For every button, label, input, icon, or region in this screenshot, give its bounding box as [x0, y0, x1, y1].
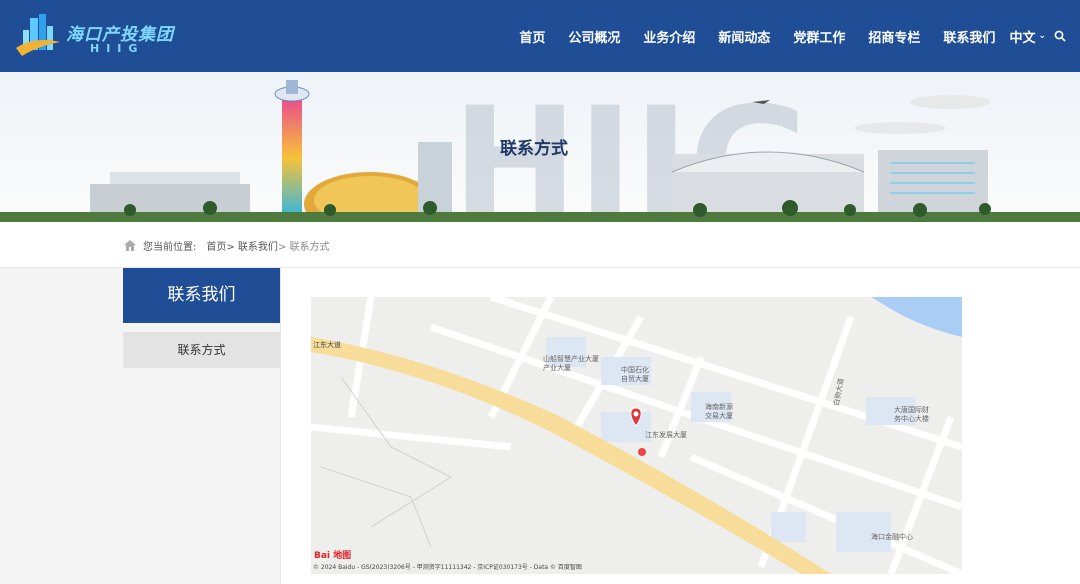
- main-nav: 首页 公司概况 业务介绍 新闻动态 党群工作 招商专栏 联系我们 中文 ⌄: [496, 0, 1066, 72]
- baidu-map[interactable]: 江东大道 白驹大道 山船智慧产业大厦 产业大厦 中国石化 自贸大厦 海南新源 交…: [311, 297, 962, 574]
- nav-business[interactable]: 业务介绍: [643, 27, 695, 46]
- breadcrumb-current: > 联系方式: [277, 242, 330, 253]
- language-select[interactable]: 中文 ⌄: [1009, 27, 1046, 46]
- banner-title: 联系方式: [500, 139, 568, 159]
- nav-investment[interactable]: 招商专栏: [868, 27, 920, 46]
- map-label-poi-5: 海口金融中心: [871, 533, 913, 541]
- logo-icon: [16, 14, 60, 56]
- map-label-poi-1b: 产业大厦: [543, 364, 571, 372]
- nav-contact[interactable]: 联系我们: [943, 27, 995, 46]
- page-banner: HIIG 联系方式: [0, 72, 1080, 222]
- site-header: 海口产投集团 HIIG 首页 公司概况 业务介绍 新闻动态 党群工作 招商专栏 …: [0, 0, 1080, 72]
- breadcrumb-bar: 您当前位置: 首页 > 联系我们 > 联系方式: [0, 222, 1080, 268]
- map-canvas: [311, 297, 962, 574]
- nav-company[interactable]: 公司概况: [568, 27, 620, 46]
- chevron-down-icon: ⌄: [1038, 31, 1046, 41]
- breadcrumb: 您当前位置: 首页 > 联系我们 > 联系方式: [124, 238, 330, 253]
- nav-news[interactable]: 新闻动态: [718, 27, 770, 46]
- search-icon[interactable]: [1054, 30, 1066, 42]
- baidu-logo: Bai 地图: [314, 551, 352, 561]
- map-label-poi-3b: 交易大厦: [705, 412, 733, 420]
- nav-home[interactable]: 首页: [519, 27, 545, 46]
- sidebar: 联系我们 联系方式: [123, 268, 280, 584]
- home-icon: [124, 240, 136, 251]
- map-label-road-jiangdong: 江东大道: [313, 341, 341, 349]
- map-label-poi-4b: 务中心大楼: [894, 415, 929, 423]
- logo[interactable]: 海口产投集团 HIIG: [14, 10, 174, 60]
- language-label: 中文: [1009, 30, 1036, 46]
- breadcrumb-home[interactable]: 首页: [206, 238, 226, 253]
- nav-party[interactable]: 党群工作: [793, 27, 845, 46]
- breadcrumb-label: 您当前位置:: [143, 242, 197, 253]
- breadcrumb-contact[interactable]: > 联系我们: [226, 238, 278, 253]
- map-label-marker: 江东发展大厦: [645, 431, 687, 439]
- map-copyright: © 2024 Baidu - GS(2023)3206号 - 甲测资字11111…: [313, 564, 582, 571]
- logo-subtext: HIIG: [90, 42, 145, 55]
- sidebar-item-contact-info[interactable]: 联系方式: [123, 332, 280, 368]
- map-label-poi-2b: 自贸大厦: [621, 375, 649, 383]
- sidebar-heading: 联系我们: [123, 268, 280, 323]
